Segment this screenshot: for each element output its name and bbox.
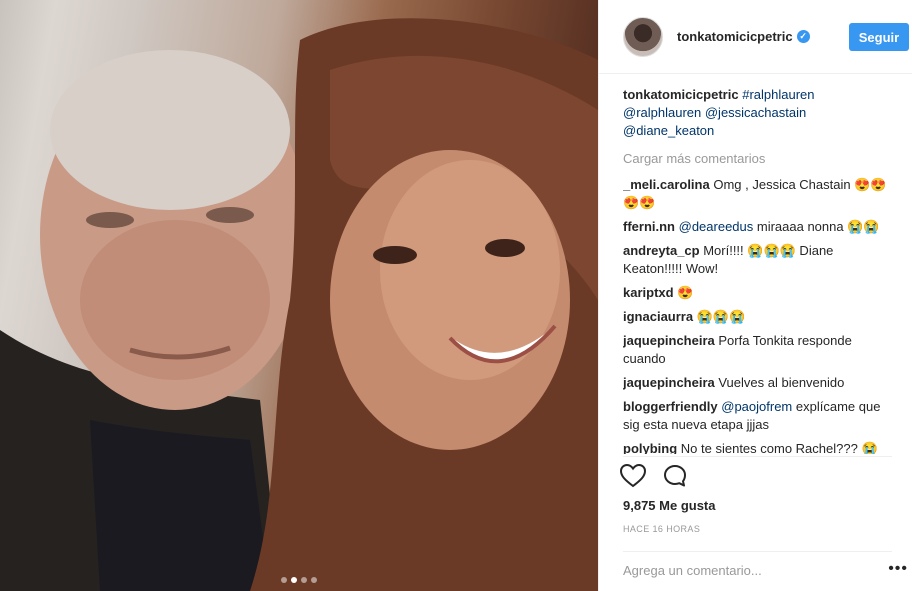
- carousel-indicator: [0, 577, 598, 583]
- carousel-dot[interactable]: [301, 577, 307, 583]
- post-timestamp[interactable]: HACE 16 HORAS: [623, 524, 700, 534]
- comment-item: fferni.nn @deareedus miraaaa nonna 😭😭: [623, 218, 893, 236]
- comment-item: _meli.carolina Omg , Jessica Chastain 😍😍…: [623, 176, 893, 212]
- speech-bubble-icon[interactable]: [661, 462, 689, 490]
- comment-item: jaquepincheira Vuelves al bienvenido: [623, 374, 893, 392]
- comment-text: Vuelves al bienvenido: [714, 375, 845, 390]
- divider: [623, 456, 892, 457]
- comment-username[interactable]: polybing: [623, 441, 677, 454]
- more-options-icon[interactable]: •••: [888, 561, 908, 577]
- comment-username[interactable]: ignaciaurra: [623, 309, 693, 324]
- verified-badge-icon: ✓: [796, 30, 810, 43]
- comments-section: tonkatomicicpetric #ralphlauren @ralphla…: [623, 86, 893, 454]
- load-more-comments-link[interactable]: Cargar más comentarios: [623, 150, 893, 168]
- comment-username[interactable]: kariptxd: [623, 285, 674, 300]
- header-username[interactable]: tonkatomicicpetric: [677, 29, 793, 44]
- divider: [623, 551, 892, 552]
- comment-text: 😭😭😭: [693, 309, 746, 324]
- caption-mentions[interactable]: @ralphlauren @jessicachastain @diane_kea…: [623, 105, 806, 138]
- add-comment-input[interactable]: [623, 563, 873, 578]
- caption-username[interactable]: tonkatomicicpetric: [623, 87, 739, 102]
- heart-outline-icon[interactable]: [619, 462, 647, 490]
- comment-username[interactable]: jaquepincheira: [623, 375, 715, 390]
- post-actions: [619, 462, 689, 490]
- comment-username[interactable]: bloggerfriendly: [623, 399, 718, 414]
- comment-username[interactable]: _meli.carolina: [623, 177, 710, 192]
- instagram-post: tonkatomicicpetric ✓ Seguir tonkatomicic…: [0, 0, 912, 591]
- post-photo[interactable]: [0, 0, 598, 591]
- comment-item: jaquepincheira Porfa Tonkita responde cu…: [623, 332, 893, 368]
- comment-item: kariptxd 😍: [623, 284, 893, 302]
- avatar[interactable]: [623, 16, 663, 57]
- follow-button[interactable]: Seguir: [849, 23, 909, 51]
- comment-item: bloggerfriendly @paojofrem explícame que…: [623, 398, 893, 434]
- comment-text: No te sientes como Rachel??? 😭: [677, 441, 878, 454]
- comment-item: andreyta_cp Morí!!!! 😭😭😭 Diane Keaton!!!…: [623, 242, 893, 278]
- carousel-dot[interactable]: [311, 577, 317, 583]
- comment-mention[interactable]: @paojofrem: [721, 399, 792, 414]
- comment-username[interactable]: andreyta_cp: [623, 243, 700, 258]
- caption-hashtag[interactable]: #ralphlauren: [742, 87, 814, 102]
- carousel-dot-active[interactable]: [291, 577, 297, 583]
- comment-text: miraaaa nonna 😭😭: [753, 219, 880, 234]
- post-details-panel: tonkatomicicpetric ✓ Seguir tonkatomicic…: [598, 0, 912, 591]
- photo-illustration: [0, 18, 598, 591]
- comment-username[interactable]: jaquepincheira: [623, 333, 715, 348]
- carousel-dot[interactable]: [281, 577, 287, 583]
- comment-item: ignaciaurra 😭😭😭: [623, 308, 893, 326]
- likes-count[interactable]: 9,875 Me gusta: [623, 498, 716, 513]
- comment-text: 😍: [673, 285, 694, 300]
- comment-mention[interactable]: @deareedus: [679, 219, 754, 234]
- post-header: tonkatomicicpetric ✓ Seguir: [599, 0, 912, 74]
- comment-username[interactable]: fferni.nn: [623, 219, 675, 234]
- comment-item: polybing No te sientes como Rachel??? 😭: [623, 440, 893, 454]
- post-caption: tonkatomicicpetric #ralphlauren @ralphla…: [623, 86, 893, 140]
